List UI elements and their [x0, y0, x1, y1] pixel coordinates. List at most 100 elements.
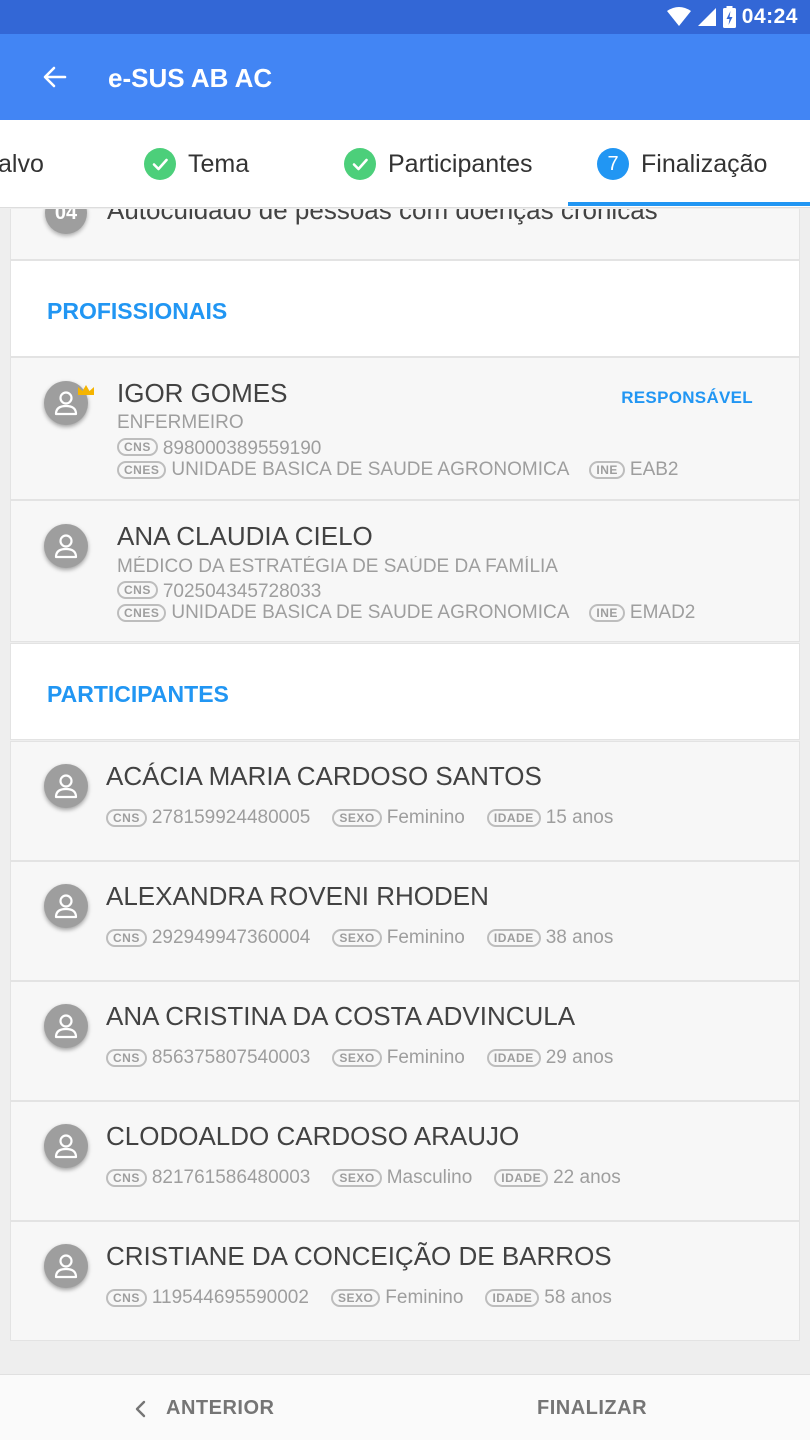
step-label: Finalização	[641, 149, 768, 178]
previous-button[interactable]: ANTERIOR	[134, 1397, 274, 1420]
check-icon	[344, 148, 376, 180]
status-bar: 04:24	[0, 0, 810, 34]
ine-value: EAB2	[629, 459, 679, 480]
cns-tag: CNS	[106, 809, 147, 827]
check-icon	[144, 148, 176, 180]
theme-item: 04 Autocuidado de pessoas com doenças cr…	[10, 209, 800, 260]
cnes-value: UNIDADE BASICA DE SAUDE AGRONOMICA	[171, 459, 570, 480]
cns-value: 898000389559190	[162, 438, 322, 458]
sexo-value: Feminino	[386, 1047, 465, 1068]
professional-name: ANA CLAUDIA CIELO	[117, 521, 373, 551]
cns-row: CNS 898000389559190	[117, 438, 343, 458]
participant-name: ALEXANDRA ROVENI RHODEN	[106, 881, 489, 911]
person-icon	[44, 1124, 88, 1168]
ine-tag: INE	[589, 604, 625, 622]
participant-meta: CNS 292949947360004 SEXO Feminino IDADE 38 …	[106, 927, 635, 949]
back-arrow-icon[interactable]	[40, 62, 70, 92]
sexo-tag: SEXO	[332, 809, 382, 827]
professional-role: MÉDICO DA ESTRATÉGIA DE SAÚDE DA FAMÍLIA	[117, 556, 558, 572]
participant-item[interactable]: ANA CRISTINA DA COSTA ADVINCULA CNS 85637…	[10, 981, 800, 1101]
idade-tag: IDADE	[494, 1169, 549, 1187]
cnes-value: UNIDADE BASICA DE SAUDE AGRONOMICA	[171, 602, 570, 623]
wifi-icon	[666, 7, 691, 26]
participant-meta: CNS 821761586480003 SEXO Masculino IDADE 22…	[106, 1167, 643, 1189]
cns-tag: CNS	[106, 1289, 147, 1307]
section-title: PROFISSIONAIS	[47, 298, 228, 324]
person-icon	[44, 884, 88, 928]
participant-meta: CNS 278159924480005 SEXO Feminino IDADE 15 …	[106, 807, 635, 829]
crown-icon	[78, 385, 94, 395]
step-tema[interactable]: Tema	[144, 146, 249, 182]
content-scroll[interactable]: 04 Autocuidado de pessoas com doenças cr…	[0, 209, 810, 1374]
step-number: 7	[597, 148, 629, 180]
sexo-value: Feminino	[386, 807, 465, 828]
cnes-row: CNES UNIDADE BASICA DE SAUDE AGRONOMICA I…	[117, 602, 717, 624]
cns-row: CNS 702504345728033	[117, 581, 343, 601]
professional-role-clip: MÉDICO DA ESTRATÉGIA DE SAÚDE DA FAMÍLIA	[117, 556, 580, 572]
step-finalizacao[interactable]: 7 Finalização	[597, 146, 767, 182]
theme-number: 04	[45, 209, 87, 234]
idade-tag: IDADE	[485, 1289, 540, 1307]
cnes-tag: CNES	[117, 604, 167, 622]
step-participantes[interactable]: Participantes	[344, 146, 533, 182]
sexo-tag: SEXO	[332, 929, 382, 947]
cns-value: 702504345728033	[162, 581, 322, 601]
cns-value: 278159924480005	[151, 807, 311, 828]
step-publico-alvo[interactable]: alvo	[0, 146, 44, 182]
idade-tag: IDADE	[486, 929, 541, 947]
person-icon	[44, 1244, 88, 1288]
participant-name: ACÁCIA MARIA CARDOSO SANTOS	[106, 761, 542, 791]
participant-meta: CNS 119544695590002 SEXO Feminino IDADE 58 …	[106, 1287, 634, 1309]
cns-tag: CNS	[106, 1049, 147, 1067]
finish-button[interactable]: FINALIZAR	[537, 1397, 647, 1420]
idade-value: 38 anos	[545, 927, 614, 948]
step-label: Tema	[188, 149, 250, 178]
bottom-navigation: ANTERIOR FINALIZAR	[0, 1374, 810, 1440]
participant-name: ANA CRISTINA DA COSTA ADVINCULA	[106, 1001, 576, 1031]
section-title: PARTICIPANTES	[47, 681, 229, 707]
battery-icon	[722, 6, 736, 28]
participantes-header: PARTICIPANTES	[10, 643, 800, 740]
idade-tag: IDADE	[486, 809, 541, 827]
cns-tag: CNS	[106, 929, 147, 947]
idade-value: 29 anos	[545, 1047, 614, 1068]
clock: 04:24	[741, 5, 798, 28]
participant-item[interactable]: CRISTIANE DA CONCEIÇÃO DE BARROS CNS 1195…	[10, 1221, 800, 1341]
sexo-tag: SEXO	[332, 1169, 382, 1187]
stepper: alvo Tema Participantes 7 Finalização	[0, 120, 810, 208]
cns-value: 856375807540003	[151, 1047, 311, 1068]
sexo-tag: SEXO	[330, 1289, 381, 1307]
professional-role-clip: ENFERMEIRO	[117, 412, 266, 428]
cns-value: 821761586480003	[151, 1167, 311, 1188]
cns-tag: CNS	[106, 1169, 147, 1187]
participant-item[interactable]: CLODOALDO CARDOSO ARAUJO CNS 821761586480…	[10, 1101, 800, 1221]
step-label: Participantes	[388, 149, 533, 178]
participant-item[interactable]: ACÁCIA MARIA CARDOSO SANTOS CNS 278159924…	[10, 741, 800, 861]
chevron-left-icon	[135, 1400, 146, 1417]
cns-tag: CNS	[117, 438, 158, 456]
idade-tag: IDADE	[486, 1049, 541, 1067]
ine-tag: INE	[589, 461, 625, 479]
idade-value: 22 anos	[553, 1167, 621, 1188]
app-title: e-SUS AB AC	[108, 63, 273, 93]
idade-value: 58 anos	[544, 1287, 612, 1308]
cnes-row: CNES UNIDADE BASICA DE SAUDE AGRONOMICA I…	[117, 459, 700, 481]
person-icon	[44, 764, 88, 808]
professional-item[interactable]: IGOR GOMES RESPONSÁVEL ENFERMEIRO CNS 898…	[10, 357, 800, 500]
step-label: alvo	[0, 149, 44, 178]
professional-item[interactable]: ANA CLAUDIA CIELO MÉDICO DA ESTRATÉGIA D…	[10, 500, 800, 642]
professional-name: IGOR GOMES	[117, 378, 288, 408]
sexo-value: Masculino	[386, 1167, 473, 1188]
active-step-indicator	[568, 202, 810, 206]
participant-name: CLODOALDO CARDOSO ARAUJO	[106, 1121, 520, 1151]
signal-icon	[697, 8, 716, 26]
sexo-value: Feminino	[385, 1287, 464, 1308]
person-icon	[44, 524, 88, 568]
finish-label: FINALIZAR	[537, 1397, 648, 1419]
participant-name: CRISTIANE DA CONCEIÇÃO DE BARROS	[106, 1241, 612, 1271]
professional-role: ENFERMEIRO	[117, 412, 244, 428]
idade-value: 15 anos	[545, 807, 614, 828]
participant-meta: CNS 856375807540003 SEXO Feminino IDADE 29 …	[106, 1047, 635, 1069]
profissionais-header: PROFISSIONAIS	[10, 260, 800, 357]
participant-item[interactable]: ALEXANDRA ROVENI RHODEN CNS 2929499473600…	[10, 861, 800, 981]
